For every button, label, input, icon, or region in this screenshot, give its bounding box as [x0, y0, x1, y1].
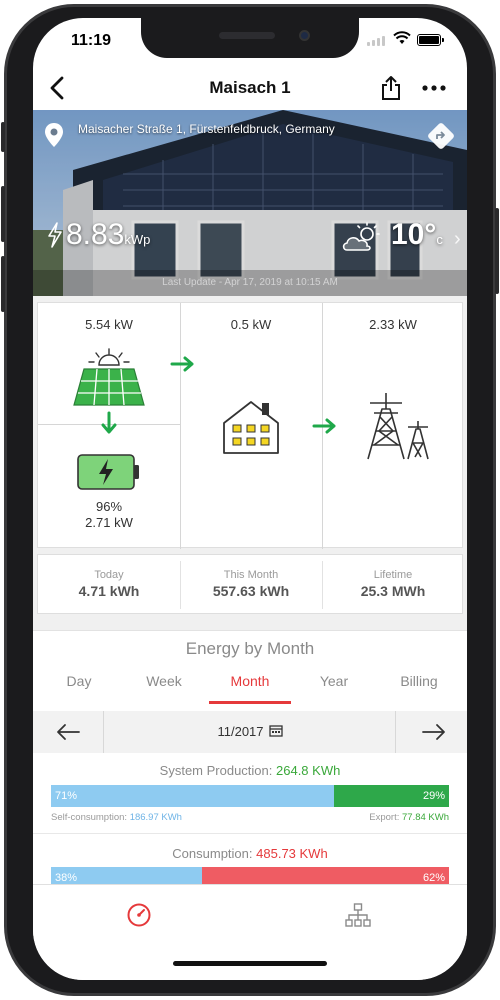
home-indicator [173, 961, 327, 966]
self-consumption-caption: Self-consumption: 186.97 KWh [51, 812, 182, 823]
date-divider [103, 711, 104, 753]
production-title: System Production: 264.8 KWh [33, 763, 467, 778]
site-hero-banner: Maisacher Straße 1, Fürstenfeldbruck, Ge… [33, 110, 467, 296]
consumption-title: Consumption: 485.73 KWh [33, 846, 467, 861]
peak-power: 8.83kWp [66, 218, 150, 252]
status-time: 11:19 [71, 32, 112, 49]
site-layout-icon[interactable] [344, 901, 372, 929]
arrow-right-icon [312, 418, 336, 434]
temperature: 10°c [391, 218, 443, 252]
site-address: Maisacher Straße 1, Fürstenfeldbruck, Ge… [78, 122, 335, 136]
directions-button[interactable] [427, 122, 455, 150]
peak-power-unit: kWp [124, 232, 151, 247]
battery-percent: 96% [95, 499, 123, 514]
stat-value: 25.3 MWh [360, 583, 426, 599]
signal-icon [367, 36, 385, 46]
stat-value: 557.63 kWh [212, 583, 290, 599]
section-heading: Energy by Month [185, 639, 315, 658]
previous-period-button[interactable] [49, 719, 85, 745]
date-divider [395, 711, 396, 753]
consumption-label: Consumption: [172, 846, 253, 861]
export-caption: Export: 77.84 KWh [369, 812, 449, 823]
energy-flow-section: 5.54 kW 96% 2.71 kW 0.5 kW 2.33 kW Today… [33, 296, 467, 658]
power-grid-tower-icon [367, 393, 429, 460]
energy-stats-card: Today 4.71 kWh This Month 557.63 kWh Lif… [37, 554, 463, 614]
app-screen: 11:19 Maisach 1 Maisacher Straße 1, Fürs… [33, 18, 467, 980]
power-flow-diagram: 5.54 kW 96% 2.71 kW 0.5 kW 2.33 kW [37, 302, 463, 549]
dashboard-gauge-icon[interactable] [125, 901, 153, 929]
wifi-icon [393, 31, 411, 44]
stat-label: Lifetime [373, 569, 413, 581]
tab-week[interactable]: Week [124, 673, 204, 689]
last-update-text: Last Update - Apr 17, 2019 at 10:15 AM [33, 270, 467, 296]
temperature-value: 10° [391, 218, 437, 251]
tab-year[interactable]: Year [294, 673, 374, 689]
front-camera [299, 30, 310, 41]
back-button[interactable] [45, 74, 71, 102]
peak-power-value: 8.83 [66, 218, 125, 251]
energy-by-month-panel: Energy by Month Day Week Month Year Bill… [33, 630, 467, 900]
house-icon [223, 401, 279, 454]
stat-lifetime: Lifetime 25.3 MWh [322, 555, 464, 615]
share-button[interactable] [378, 74, 404, 102]
hero-overlay [33, 110, 467, 296]
self-consumption-segment: 71% [51, 785, 334, 807]
production-bar: 71% 29% [51, 785, 449, 807]
speaker-grille [219, 32, 275, 39]
stat-value: 4.71 kWh [78, 583, 140, 599]
side-button-power [495, 208, 499, 294]
stat-today: Today 4.71 kWh [38, 555, 180, 615]
temperature-unit: c [436, 232, 443, 247]
self-consumption-label: Self-consumption: [51, 812, 128, 823]
stat-this-month: This Month 557.63 kWh [180, 555, 322, 615]
self-consumption-value: 186.97 KWh [129, 812, 182, 823]
solar-panel-icon [73, 348, 145, 406]
chevron-right-icon[interactable]: › [454, 228, 461, 251]
battery-icon [77, 454, 139, 490]
home-power-value: 0.5 kW [230, 317, 272, 332]
export-label: Export: [369, 812, 400, 823]
date-picker[interactable]: 11/2017 [33, 724, 467, 739]
arrow-right-icon [170, 356, 194, 372]
tab-day[interactable]: Day [39, 673, 119, 689]
date-navigator: 11/2017 [33, 711, 467, 753]
partly-cloudy-icon [342, 222, 380, 251]
notch [141, 18, 359, 58]
flow-divider [180, 303, 181, 549]
tab-month[interactable]: Month [210, 673, 290, 689]
more-options-button[interactable] [419, 74, 449, 102]
next-period-button[interactable] [417, 719, 453, 745]
calendar-icon [268, 725, 283, 737]
production-value: 264.8 KWh [276, 763, 341, 778]
side-button-volume-down [1, 256, 5, 312]
section-divider [33, 833, 467, 834]
arrow-down-icon [101, 411, 117, 434]
production-label: System Production: [159, 763, 273, 778]
selected-date: 11/2017 [217, 724, 264, 739]
location-pin-icon [45, 123, 63, 147]
active-tab-indicator [209, 701, 291, 704]
export-value: 77.84 KWh [402, 812, 449, 823]
side-button-mute [1, 122, 5, 152]
tab-billing[interactable]: Billing [379, 673, 459, 689]
navigation-bar: Maisach 1 [33, 68, 467, 110]
stat-label: Today [94, 569, 124, 581]
lightning-icon [48, 222, 62, 248]
grid-power-value: 2.33 kW [369, 317, 417, 332]
stat-label: This Month [223, 569, 279, 581]
battery-power-value: 2.71 kW [85, 515, 133, 530]
side-button-volume-up [1, 186, 5, 242]
consumption-value: 485.73 KWh [256, 846, 328, 861]
export-segment: 29% [333, 785, 449, 807]
solar-power-value: 5.54 kW [85, 317, 133, 332]
battery-status-icon [417, 34, 444, 46]
